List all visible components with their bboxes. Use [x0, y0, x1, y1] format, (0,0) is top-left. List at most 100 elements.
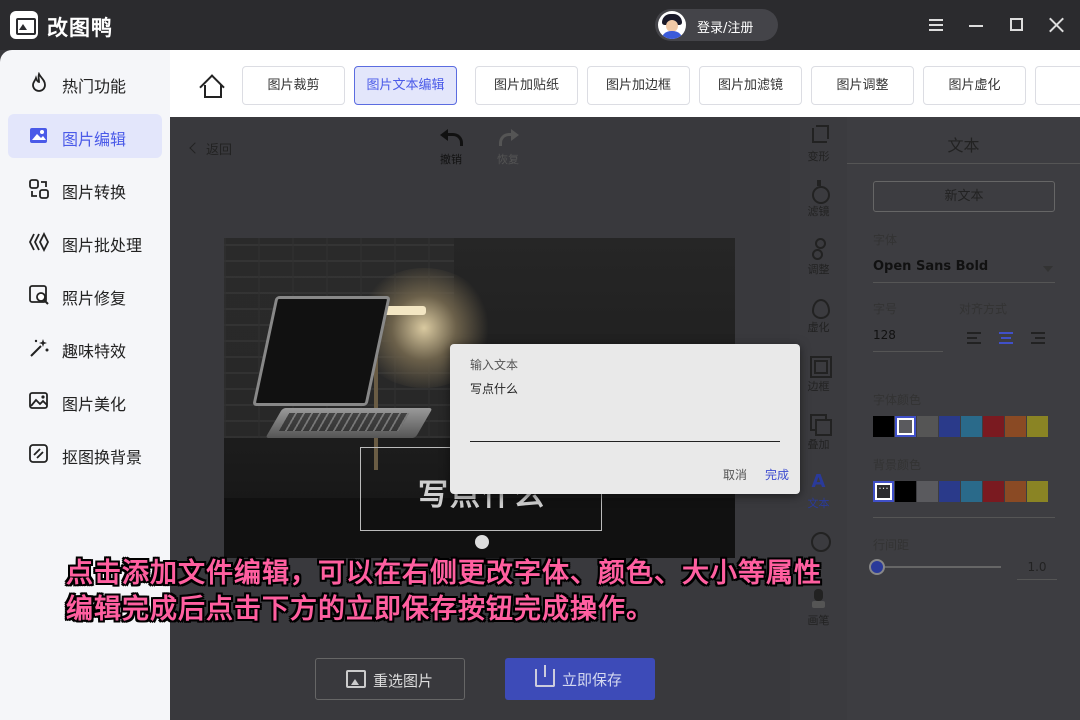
sidebar-item-image-edit[interactable]: 图片编辑: [8, 114, 162, 158]
avatar: [658, 11, 686, 39]
tab-sticker[interactable]: 图片加贴纸: [475, 66, 578, 105]
sidebar-item-beautify[interactable]: 图片美化: [8, 379, 162, 423]
tab-text-edit[interactable]: 图片文本编辑: [354, 66, 457, 105]
repair-icon: [29, 285, 49, 305]
sidebar-item-repair[interactable]: 照片修复: [8, 273, 162, 317]
tab-blur[interactable]: 图片虚化: [923, 66, 1026, 105]
sticker-icon: [809, 530, 831, 552]
tool-label: 虚化: [807, 321, 830, 334]
undo-icon: [440, 129, 463, 146]
color-swatch-red[interactable]: [983, 481, 1004, 502]
font-size-input[interactable]: 128: [873, 328, 943, 352]
filter-icon: [809, 180, 830, 204]
cutout-icon: [29, 444, 48, 463]
align-left-icon[interactable]: [967, 331, 983, 345]
confirm-button[interactable]: 完成: [765, 466, 789, 483]
color-swatch-black[interactable]: [895, 481, 916, 502]
image-edit-icon: [30, 128, 47, 143]
back-button[interactable]: 返回: [188, 139, 232, 158]
color-swatch-orange[interactable]: [1005, 416, 1026, 437]
overlay-icon: [809, 413, 832, 436]
app-title: 改图鸭: [47, 16, 113, 40]
tab-more[interactable]: [1035, 66, 1080, 105]
sidebar-item-label: 抠图换背景: [62, 448, 143, 467]
align-right-icon[interactable]: [1031, 331, 1047, 345]
login-button[interactable]: 登录/注册: [655, 9, 778, 41]
color-swatch-none[interactable]: ···: [873, 481, 894, 502]
reselect-image-button[interactable]: 重选图片: [315, 658, 465, 700]
text-properties-panel: 文本 新文本 字体 Open Sans Bold 字号 对齐方式 128 字体颜…: [847, 117, 1080, 720]
title-bar: 改图鸭 登录/注册: [0, 0, 1080, 50]
maximize-icon[interactable]: [1006, 15, 1026, 35]
tool-blur[interactable]: 虚化: [790, 296, 847, 335]
color-swatch-blue[interactable]: [939, 416, 960, 437]
tab-border[interactable]: 图片加边框: [587, 66, 690, 105]
color-swatch-red[interactable]: [983, 416, 1004, 437]
close-icon[interactable]: [1046, 15, 1066, 35]
sidebar-item-label: 图片编辑: [62, 130, 127, 149]
sidebar-item-label: 趣味特效: [62, 342, 127, 361]
text-input-field[interactable]: 写点什么: [470, 380, 780, 442]
panel-title: 文本: [947, 136, 980, 155]
color-swatch-white[interactable]: [917, 481, 938, 502]
image-icon: [346, 670, 366, 688]
align-center-icon[interactable]: [999, 331, 1015, 345]
tool-label: 叠加: [807, 438, 830, 451]
divider: [847, 163, 1080, 164]
tab-adjust[interactable]: 图片调整: [811, 66, 914, 105]
home-icon[interactable]: [200, 76, 222, 98]
batch-icon: [28, 231, 50, 253]
sidebar-item-convert[interactable]: 图片转换: [8, 167, 162, 211]
tool-filter[interactable]: 滤镜: [790, 180, 847, 219]
new-text-button[interactable]: 新文本: [873, 181, 1055, 212]
sidebar-item-label: 热门功能: [62, 77, 127, 96]
dialog-title: 输入文本: [470, 358, 519, 372]
tab-crop[interactable]: 图片裁剪: [242, 66, 345, 105]
tool-transform[interactable]: 变形: [790, 125, 847, 164]
reselect-label: 重选图片: [373, 672, 434, 690]
slider-handle[interactable]: [869, 559, 885, 575]
font-value: Open Sans Bold: [873, 259, 989, 274]
align-label: 对齐方式: [959, 302, 1008, 316]
line-spacing-value[interactable]: 1.0: [1017, 556, 1057, 580]
sidebar-item-hot[interactable]: 热门功能: [8, 61, 162, 105]
sidebar-item-cutout[interactable]: 抠图换背景: [8, 432, 162, 476]
color-swatch-orange[interactable]: [1005, 481, 1026, 502]
minimize-icon[interactable]: [966, 15, 986, 35]
save-label: 立即保存: [562, 671, 623, 689]
tool-adjust[interactable]: 调整: [790, 238, 847, 277]
color-swatch-yellow[interactable]: [1027, 481, 1048, 502]
save-button[interactable]: 立即保存: [505, 658, 655, 700]
rotate-handle[interactable]: [475, 535, 489, 549]
divider: [873, 517, 1055, 518]
color-swatch-gray[interactable]: [917, 416, 938, 437]
color-swatch-yellow[interactable]: [1027, 416, 1048, 437]
color-swatch-blue[interactable]: [939, 481, 960, 502]
menu-icon[interactable]: [926, 15, 946, 35]
tool-brush[interactable]: 画笔: [790, 589, 847, 628]
color-swatch-white[interactable]: [895, 416, 916, 437]
text-input-value: 写点什么: [470, 382, 519, 396]
sidebar-item-label: 图片美化: [62, 395, 127, 414]
text-icon: A: [811, 471, 826, 492]
color-swatch-cyan[interactable]: [961, 416, 982, 437]
convert-icon: [29, 179, 49, 199]
redo-label: 恢复: [497, 153, 519, 166]
bg-color-swatches: ···: [873, 481, 1053, 503]
font-size-value: 128: [873, 328, 896, 342]
line-spacing-slider[interactable]: [869, 559, 1001, 575]
font-select[interactable]: Open Sans Bold: [873, 259, 1055, 283]
redo-button[interactable]: 恢复: [493, 129, 523, 167]
tool-label: 文本: [807, 497, 830, 510]
color-swatch-black[interactable]: [873, 416, 894, 437]
feature-tabs: 图片裁剪 图片文本编辑 图片加贴纸 图片加边框 图片加滤镜 图片调整 图片虚化: [170, 50, 1080, 117]
sidebar-item-batch[interactable]: 图片批处理: [8, 220, 162, 264]
undo-button[interactable]: 撤销: [436, 129, 466, 167]
tab-filter[interactable]: 图片加滤镜: [699, 66, 802, 105]
sidebar-item-effects[interactable]: 趣味特效: [8, 326, 162, 370]
color-swatch-cyan[interactable]: [961, 481, 982, 502]
undo-label: 撤销: [440, 153, 462, 166]
cancel-button[interactable]: 取消: [723, 466, 747, 483]
download-icon: [535, 665, 555, 687]
tool-sticker[interactable]: [790, 530, 847, 553]
